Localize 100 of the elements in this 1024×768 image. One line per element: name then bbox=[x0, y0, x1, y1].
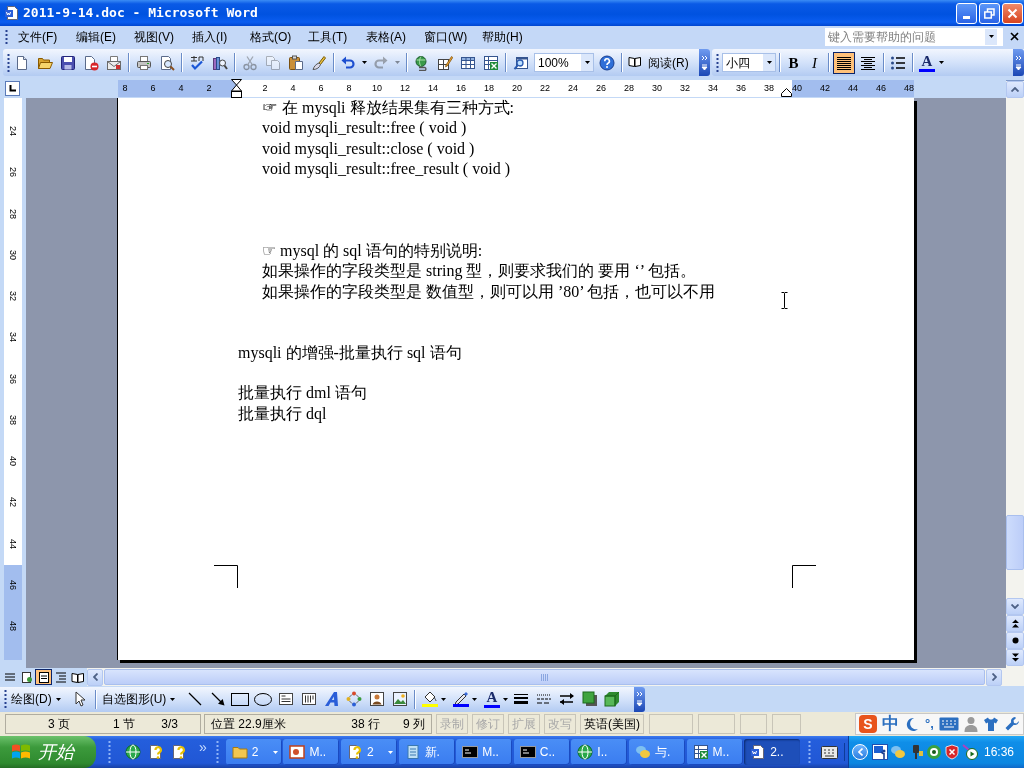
paintbrush-icon[interactable] bbox=[310, 54, 327, 71]
picture-icon[interactable] bbox=[391, 691, 408, 707]
envelope-page-icon[interactable] bbox=[105, 54, 122, 71]
ime-punctuation[interactable]: °, bbox=[925, 714, 934, 734]
taskbar-button[interactable]: M.. bbox=[686, 739, 743, 765]
alignment-button[interactable] bbox=[833, 51, 855, 74]
italic-button[interactable]: I bbox=[804, 52, 825, 73]
grip-icon[interactable] bbox=[5, 28, 8, 45]
next-page-button[interactable] bbox=[1006, 649, 1024, 666]
font-color-button[interactable]: A bbox=[918, 51, 936, 74]
restore-button[interactable] bbox=[979, 2, 1000, 24]
taskbar-button[interactable]: C.. bbox=[513, 739, 570, 765]
keyboard-icon[interactable] bbox=[938, 717, 959, 731]
document-question-icon[interactable] bbox=[171, 744, 187, 760]
caret-icon[interactable] bbox=[170, 697, 176, 701]
shield-icon[interactable] bbox=[944, 744, 960, 760]
spell-check-icon[interactable] bbox=[188, 54, 205, 71]
indent-marker-icon[interactable] bbox=[231, 78, 242, 98]
taskbar-button[interactable]: 新. bbox=[398, 739, 455, 765]
pen-line-icon[interactable] bbox=[452, 691, 469, 707]
menu-item[interactable]: 文件(F) bbox=[9, 27, 67, 46]
read-button[interactable]: 阅读(R) bbox=[625, 51, 692, 74]
person-icon[interactable] bbox=[963, 716, 978, 732]
dropdown-button[interactable] bbox=[763, 54, 775, 71]
font-size-combo[interactable]: 小四 bbox=[722, 53, 776, 72]
presenter-icon[interactable] bbox=[872, 744, 888, 760]
play-icon[interactable] bbox=[962, 744, 978, 760]
toolbar-options-button[interactable] bbox=[699, 49, 710, 76]
menu-item[interactable]: 编辑(E) bbox=[67, 27, 125, 46]
dotted-ring-icon[interactable] bbox=[346, 691, 363, 707]
no-entry-page-icon[interactable] bbox=[82, 54, 99, 71]
caret-icon[interactable] bbox=[55, 697, 61, 701]
caret-icon[interactable] bbox=[441, 697, 447, 701]
toolbar-options-button[interactable] bbox=[634, 686, 645, 712]
framed-figure-icon[interactable] bbox=[369, 691, 386, 707]
grip-icon[interactable] bbox=[716, 52, 719, 73]
window-magnifier-icon[interactable] bbox=[512, 54, 529, 71]
globe-link-icon[interactable] bbox=[413, 54, 430, 71]
vertical-text-box-icon[interactable] bbox=[300, 691, 317, 707]
grip-icon[interactable] bbox=[108, 740, 111, 764]
menu-item[interactable]: 工具(T) bbox=[299, 27, 357, 46]
caret-icon[interactable] bbox=[362, 61, 367, 64]
taskbar-button[interactable]: 2.. bbox=[744, 739, 801, 765]
document-question-icon[interactable] bbox=[148, 744, 164, 760]
dropdown-button[interactable] bbox=[985, 28, 997, 45]
keyboard-icon[interactable] bbox=[821, 745, 839, 759]
bold-button[interactable]: B bbox=[783, 52, 804, 73]
font-color-button[interactable]: A bbox=[482, 688, 501, 710]
scroll-left-button[interactable] bbox=[87, 668, 103, 686]
more-button[interactable]: » bbox=[199, 740, 207, 754]
books-magnifier-icon[interactable] bbox=[211, 54, 228, 71]
scrollbar-thumb[interactable] bbox=[1006, 515, 1024, 570]
draw-menu-button[interactable]: 绘图(D) bbox=[11, 689, 61, 709]
menu-item[interactable]: 表格(A) bbox=[357, 27, 415, 46]
rectangle-icon[interactable] bbox=[231, 692, 250, 706]
scrollbar-thumb[interactable] bbox=[104, 669, 985, 685]
dashed-lines-icon[interactable] bbox=[536, 691, 553, 707]
tab-selector-button[interactable] bbox=[5, 80, 20, 96]
grip-icon[interactable] bbox=[808, 740, 812, 764]
text-box-icon[interactable] bbox=[277, 691, 294, 707]
scroll-up-button[interactable] bbox=[1006, 81, 1024, 98]
caret-icon[interactable] bbox=[502, 697, 508, 701]
menu-item[interactable]: 插入(I) bbox=[183, 27, 241, 46]
spreadsheet-icon[interactable] bbox=[482, 54, 499, 71]
zoom-combo[interactable]: 100% bbox=[534, 53, 594, 72]
caret-icon[interactable] bbox=[988, 35, 994, 38]
shirt-icon[interactable] bbox=[982, 716, 999, 732]
oval-icon[interactable] bbox=[254, 692, 273, 706]
dropdown-button[interactable] bbox=[581, 54, 593, 71]
arrow-icon[interactable] bbox=[209, 691, 226, 707]
clipboard-icon[interactable] bbox=[287, 54, 304, 71]
cube-icon[interactable] bbox=[604, 691, 621, 707]
caret-icon[interactable] bbox=[471, 697, 477, 701]
shadow-square-icon[interactable] bbox=[581, 691, 598, 707]
paint-bucket-icon[interactable] bbox=[421, 691, 438, 707]
wordart-icon[interactable] bbox=[323, 691, 340, 707]
toolbar-options-button[interactable] bbox=[1013, 49, 1024, 76]
menu-item[interactable]: 窗口(W) bbox=[415, 27, 473, 46]
taskbar-button[interactable]: I.. bbox=[571, 739, 628, 765]
bullet-list-icon[interactable] bbox=[890, 54, 906, 71]
show-hidden-icons-button[interactable] bbox=[852, 744, 868, 760]
taskbar-button[interactable]: 与. bbox=[628, 739, 685, 765]
table-pencil-icon[interactable] bbox=[436, 54, 453, 71]
help-icon[interactable] bbox=[598, 54, 615, 71]
view-button[interactable] bbox=[35, 669, 52, 685]
scroll-down-button[interactable] bbox=[1006, 598, 1024, 615]
taskbar-button[interactable]: 2 bbox=[225, 739, 282, 765]
start-button[interactable]: 开始 bbox=[0, 736, 96, 768]
scroll-right-button[interactable] bbox=[986, 668, 1002, 686]
line-weights-icon[interactable] bbox=[513, 691, 530, 707]
ime-mode[interactable]: 中 bbox=[882, 715, 899, 733]
line-icon[interactable] bbox=[186, 691, 203, 707]
menu-item[interactable]: 视图(V) bbox=[125, 27, 183, 46]
autoshapes-menu-button[interactable]: 自选图形(U) bbox=[101, 689, 176, 709]
menu-item[interactable]: 格式(O) bbox=[241, 27, 299, 46]
close-button[interactable] bbox=[1002, 2, 1023, 24]
ime-logo[interactable]: S bbox=[859, 715, 877, 733]
caret-icon[interactable] bbox=[939, 61, 944, 64]
moon-icon[interactable] bbox=[904, 716, 920, 732]
previous-page-button[interactable] bbox=[1006, 615, 1024, 632]
